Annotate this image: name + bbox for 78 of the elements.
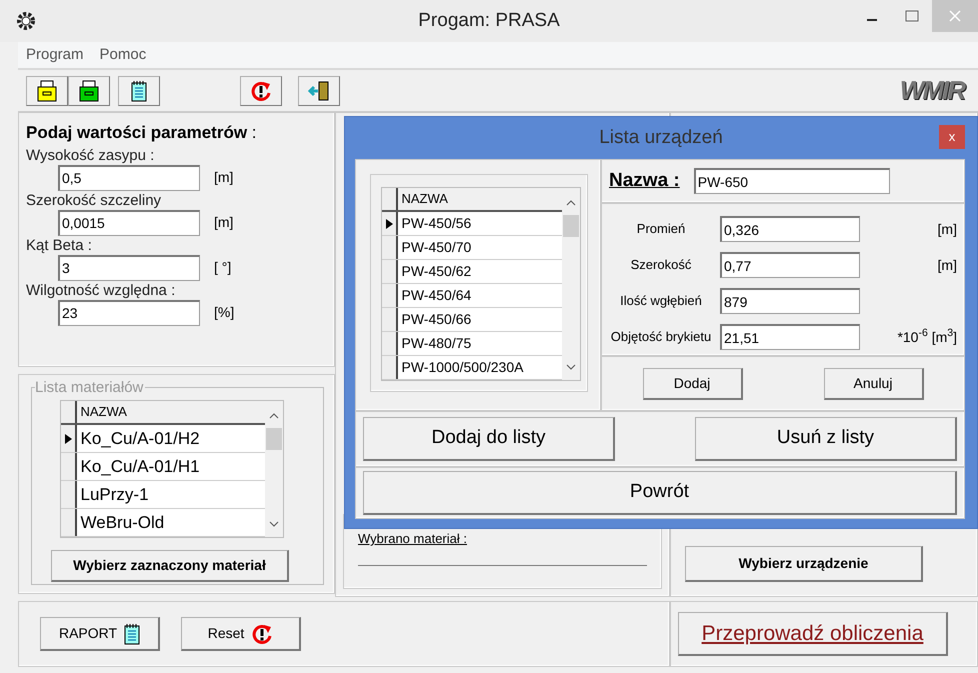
row-pointer-icon xyxy=(64,434,72,444)
unit-label: [ °] xyxy=(214,258,232,277)
unit-label: [m] xyxy=(938,220,957,239)
unit-label: [m] xyxy=(214,168,234,187)
scroll-up-icon[interactable] xyxy=(566,200,576,206)
row-selector[interactable] xyxy=(382,332,398,355)
field-label: Ilość wgłębień xyxy=(619,292,703,310)
panel-heading: Podaj wartości parametrów : xyxy=(26,122,258,144)
dialog-title: Lista urządzeń xyxy=(599,126,723,150)
input-field[interactable]: 0,5 xyxy=(58,164,200,190)
toolbar-button[interactable] xyxy=(26,76,68,106)
add-to-list-button[interactable]: Dodaj do listy xyxy=(363,417,615,461)
row-selector[interactable] xyxy=(61,453,77,480)
refresh-icon xyxy=(251,622,274,644)
row-selector[interactable] xyxy=(382,284,398,307)
row-selector[interactable] xyxy=(382,356,398,379)
field-label: Kąt Beta : xyxy=(26,236,93,254)
name-field[interactable]: PW-650 xyxy=(694,168,890,194)
unit-label: [%] xyxy=(214,303,234,322)
name-label: Nazwa : xyxy=(609,168,680,193)
unit-label: *10$^{-6}$ [m$^{3}$] xyxy=(897,326,957,347)
toolbar-button[interactable] xyxy=(118,76,160,106)
selected-material-label: Wybrano materiał : xyxy=(358,530,468,548)
toolbar-button[interactable] xyxy=(240,76,282,106)
maximize-icon[interactable] xyxy=(905,10,919,22)
scroll-up-icon[interactable] xyxy=(269,412,279,419)
column-header: NAZWA xyxy=(80,403,127,422)
back-button[interactable]: Powrót xyxy=(363,471,957,515)
select-device-button[interactable]: Wybierz urządzenie xyxy=(685,546,923,582)
refresh-icon xyxy=(250,80,272,102)
input-field[interactable]: 0,0015 xyxy=(58,210,200,236)
field-label: Szerokość xyxy=(630,256,692,274)
menu-item[interactable]: Program xyxy=(18,44,92,66)
unit-label: [m] xyxy=(214,213,234,232)
notepad-icon xyxy=(124,622,140,644)
scroll-down-icon[interactable] xyxy=(566,364,576,370)
field-label: Wysokość zasypu : xyxy=(26,146,156,164)
select-material-button[interactable]: Wybierz zaznaczony materiał xyxy=(51,550,289,582)
scroll-thumb[interactable] xyxy=(266,428,282,450)
input-field[interactable]: 0,326 xyxy=(720,216,860,242)
report-button[interactable]: RAPORT xyxy=(40,617,160,651)
reset-button[interactable]: Reset xyxy=(181,617,301,651)
logo: WMIR xyxy=(900,74,964,107)
field-label: Objętość brykietu xyxy=(610,328,712,346)
drawer-icon xyxy=(37,80,57,102)
toolbar-button[interactable] xyxy=(68,76,110,106)
gear-icon xyxy=(16,11,36,32)
input-field[interactable]: 3 xyxy=(58,254,200,280)
cancel-button[interactable]: Anuluj xyxy=(824,368,924,400)
field-label: Promień xyxy=(636,220,686,238)
unit-label: [m] xyxy=(938,256,957,275)
scroll-thumb[interactable] xyxy=(563,214,579,236)
menu-item[interactable]: Pomoc xyxy=(92,44,154,66)
remove-from-list-button[interactable]: Usuń z listy xyxy=(695,417,957,461)
window-title: Progam: PRASA xyxy=(418,8,560,33)
input-field[interactable]: 0,77 xyxy=(720,252,860,278)
input-field[interactable]: 23 xyxy=(58,300,200,326)
scroll-down-icon[interactable] xyxy=(269,520,279,527)
input-field[interactable]: 879 xyxy=(720,288,860,314)
row-selector[interactable] xyxy=(61,425,77,452)
row-selector[interactable] xyxy=(382,212,398,235)
row-selector[interactable] xyxy=(382,260,398,283)
row-selector[interactable] xyxy=(382,236,398,259)
close-button[interactable]: x xyxy=(939,125,965,149)
row-selector[interactable] xyxy=(382,308,398,331)
field-label: Wilgotność względna : xyxy=(26,280,176,300)
calculate-button[interactable]: Przeprowadź obliczenia xyxy=(678,612,948,656)
add-button[interactable]: Dodaj xyxy=(642,368,742,400)
toolbar-button[interactable] xyxy=(298,76,340,106)
notepad-icon xyxy=(131,80,147,102)
row-pointer-icon xyxy=(386,218,392,228)
row-selector[interactable] xyxy=(61,509,77,536)
column-header: NAZWA xyxy=(400,190,448,208)
row-selector[interactable] xyxy=(61,481,77,508)
door-icon xyxy=(308,80,330,102)
input-field[interactable]: 21,51 xyxy=(720,324,860,350)
drawer-icon xyxy=(79,80,99,102)
field-label: Szerokość szczeliny xyxy=(26,190,162,210)
